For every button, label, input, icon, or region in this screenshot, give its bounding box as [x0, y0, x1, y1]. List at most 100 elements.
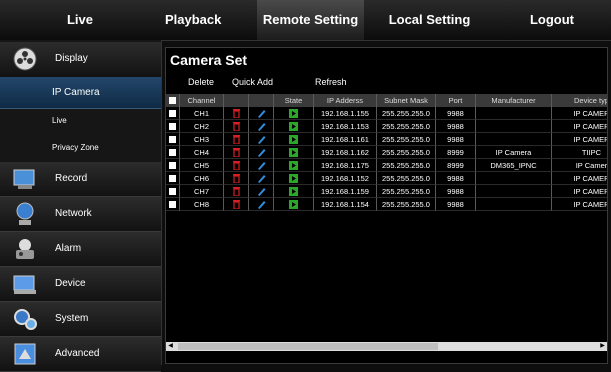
select-cell	[166, 198, 180, 211]
pencil-icon[interactable]	[257, 109, 266, 118]
play-icon[interactable]	[289, 200, 298, 209]
refresh-button[interactable]: Refresh	[315, 77, 347, 87]
play-icon[interactable]	[289, 174, 298, 183]
cell-edit	[249, 159, 274, 172]
cell-delete	[224, 120, 249, 133]
row-checkbox[interactable]	[169, 201, 176, 208]
sidebar-item-record[interactable]: Record	[0, 162, 161, 197]
pencil-icon[interactable]	[257, 135, 266, 144]
sidebar-item-label: Alarm	[55, 243, 82, 254]
table-row[interactable]: CH5 192.168.1.175 255.255.255.0 8999 DM365_I…	[166, 159, 607, 172]
cell-state	[274, 133, 314, 146]
trash-icon[interactable]	[232, 122, 240, 132]
sidebar-subitem-live[interactable]: Live	[0, 108, 161, 134]
horizontal-scrollbar[interactable]: ◀ ▶	[166, 342, 607, 351]
cell-subnet-mask: 255.255.255.0	[377, 159, 436, 172]
sidebar-item-device[interactable]: Device	[0, 267, 161, 302]
alarm-icon	[16, 239, 34, 259]
cell-device-type: TIIPC	[552, 146, 607, 159]
trash-icon[interactable]	[232, 174, 240, 184]
cell-port: 9988	[436, 198, 476, 211]
table-header-row: Channel State IP Adderss Subnet Mask Por…	[166, 94, 607, 107]
pencil-icon[interactable]	[257, 161, 266, 170]
sidebar-item-network[interactable]: Network	[0, 197, 161, 232]
play-icon[interactable]	[289, 109, 298, 118]
play-icon[interactable]	[289, 122, 298, 131]
trash-icon[interactable]	[232, 109, 240, 119]
advanced-icon	[14, 343, 36, 365]
table-row[interactable]: CH4 192.168.1.162 255.255.255.0 8999 IP Came…	[166, 146, 607, 159]
select-cell	[166, 172, 180, 185]
cell-state	[274, 172, 314, 185]
cell-port: 8999	[436, 159, 476, 172]
cell-port: 8999	[436, 146, 476, 159]
table-row[interactable]: CH2 192.168.1.153 255.255.255.0 9988 IP CAME…	[166, 120, 607, 133]
sidebar-item-alarm[interactable]: Alarm	[0, 232, 161, 267]
cell-state	[274, 198, 314, 211]
nav-playback[interactable]: Playback	[165, 0, 247, 40]
cell-subnet-mask: 255.255.255.0	[377, 107, 436, 120]
table-row[interactable]: CH6 192.168.1.152 255.255.255.0 9988 IP CAME…	[166, 172, 607, 185]
scroll-right-icon[interactable]: ▶	[598, 342, 607, 351]
cell-ip-address: 192.168.1.161	[314, 133, 377, 146]
pencil-icon[interactable]	[257, 148, 266, 157]
sidebar-item-system[interactable]: System	[0, 302, 161, 337]
play-icon[interactable]	[289, 187, 298, 196]
row-checkbox[interactable]	[169, 149, 176, 156]
scroll-left-icon[interactable]: ◀	[166, 342, 175, 351]
row-checkbox[interactable]	[169, 188, 176, 195]
cell-manufacturer	[476, 107, 552, 120]
table-row[interactable]: CH1 192.168.1.155 255.255.255.0 9988 IP CAME…	[166, 107, 607, 120]
sidebar-item-advanced[interactable]: Advanced	[0, 337, 161, 372]
cell-edit	[249, 133, 274, 146]
trash-icon[interactable]	[232, 161, 240, 171]
cell-channel: CH5	[180, 159, 224, 172]
play-icon[interactable]	[289, 161, 298, 170]
sidebar-subitem-label: Privacy Zone	[52, 143, 99, 152]
sidebar-item-display[interactable]: Display	[0, 42, 161, 78]
cell-ip-address: 192.168.1.152	[314, 172, 377, 185]
table-row[interactable]: CH7 192.168.1.159 255.255.255.0 9988 IP CAME…	[166, 185, 607, 198]
play-icon[interactable]	[289, 148, 298, 157]
cell-port: 9988	[436, 120, 476, 133]
row-checkbox[interactable]	[169, 123, 176, 130]
sidebar-item-label: Device	[55, 278, 86, 289]
nav-local-setting[interactable]: Local Setting	[372, 0, 487, 40]
scrollbar-thumb[interactable]	[178, 343, 438, 350]
quick-add-button[interactable]: Quick Add	[232, 77, 273, 87]
pencil-icon[interactable]	[257, 174, 266, 183]
pencil-icon[interactable]	[257, 187, 266, 196]
sidebar-item-label: Network	[55, 208, 92, 219]
pencil-icon[interactable]	[257, 122, 266, 131]
cell-edit	[249, 172, 274, 185]
sidebar-subitem-privacy-zone[interactable]: Privacy Zone	[0, 134, 161, 160]
table-row[interactable]: CH8 192.168.1.154 255.255.255.0 9988 IP CAME…	[166, 198, 607, 211]
row-checkbox[interactable]	[169, 162, 176, 169]
nav-logout[interactable]: Logout	[493, 0, 611, 40]
trash-icon[interactable]	[232, 200, 240, 210]
cell-ip-address: 192.168.1.154	[314, 198, 377, 211]
row-checkbox[interactable]	[169, 175, 176, 182]
play-icon[interactable]	[289, 135, 298, 144]
sidebar-item-label: Display	[55, 53, 88, 64]
select-all-checkbox[interactable]	[169, 97, 176, 104]
cell-subnet-mask: 255.255.255.0	[377, 133, 436, 146]
select-cell	[166, 159, 180, 172]
trash-icon[interactable]	[232, 135, 240, 145]
row-checkbox[interactable]	[169, 136, 176, 143]
cell-ip-address: 192.168.1.153	[314, 120, 377, 133]
nav-remote-setting[interactable]: Remote Setting	[257, 0, 364, 40]
delete-button[interactable]: Delete	[188, 77, 214, 87]
nav-live[interactable]: Live	[0, 0, 160, 40]
pencil-icon[interactable]	[257, 200, 266, 209]
cell-channel: CH6	[180, 172, 224, 185]
select-cell	[166, 120, 180, 133]
cell-ip-address: 192.168.1.175	[314, 159, 377, 172]
table-row[interactable]: CH3 192.168.1.161 255.255.255.0 9988 IP CAME…	[166, 133, 607, 146]
trash-icon[interactable]	[232, 187, 240, 197]
sidebar-item-label: System	[55, 313, 89, 324]
cell-manufacturer: IP Camera	[476, 146, 552, 159]
sidebar-subitem-ip-camera[interactable]: IP Camera	[0, 77, 161, 109]
row-checkbox[interactable]	[169, 110, 176, 117]
trash-icon[interactable]	[232, 148, 240, 158]
